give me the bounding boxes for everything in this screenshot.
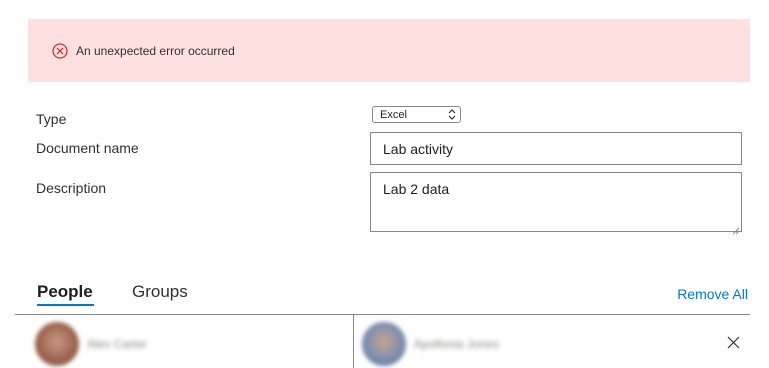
person-card: Alex Carter [35,320,147,368]
error-banner: An unexpected error occurred [28,19,750,82]
person-name: Apollonia Jones [414,337,499,351]
tab-people-underline [37,304,94,306]
document-name-label: Document name [36,140,139,156]
close-icon[interactable] [727,336,740,349]
type-select-value: Excel [380,108,407,121]
description-value: Lab 2 data [383,181,450,197]
avatar [35,322,79,366]
type-label: Type [36,111,67,127]
error-message: An unexpected error occurred [76,43,235,58]
description-label: Description [36,180,107,196]
share-document-panel: An unexpected error occurred Type Excel … [0,0,769,368]
avatar [362,322,406,366]
resize-grip-icon[interactable] [732,222,740,235]
person-name: Alex Carter [87,337,148,351]
description-textarea[interactable]: Lab 2 data [370,172,742,235]
type-select[interactable]: Excel [372,106,461,123]
tab-people[interactable]: People [37,282,93,302]
person-card: Apollonia Jones [362,320,499,368]
divider [15,314,750,315]
error-circle-icon [52,42,68,59]
column-divider [353,315,354,368]
tab-groups[interactable]: Groups [132,282,188,302]
document-name-input[interactable]: Lab activity [370,132,742,165]
remove-all-link[interactable]: Remove All [677,286,748,302]
select-chevron-icon [448,108,456,121]
